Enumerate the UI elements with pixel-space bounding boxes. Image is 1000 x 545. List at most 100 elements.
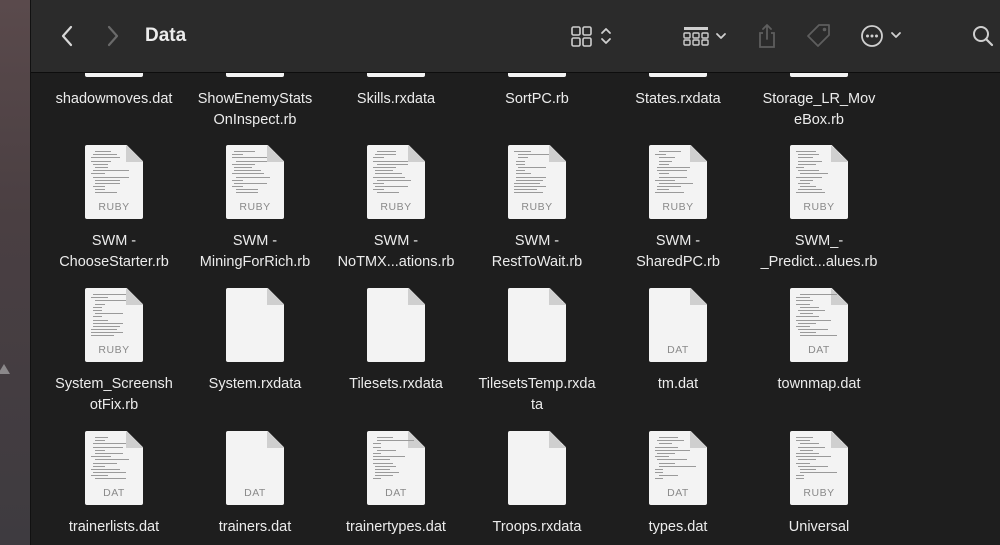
group-by-button[interactable] [681,20,733,52]
file-name: SWM - SharedPC.rb [636,233,720,270]
document-icon: DAT [649,431,707,505]
file-name: SWM_- _Predict...alues.rb [760,233,878,270]
desktop-background-strip [0,0,31,545]
file-name: Universal [788,519,850,535]
document-icon: RUBY [226,145,284,219]
text-preview [373,437,414,487]
file-type-badge: DAT [244,487,266,499]
file-type-badge: RUBY [803,487,835,499]
document-icon: RUBY [790,431,848,505]
text-preview [796,437,837,487]
view-mode-button[interactable] [569,20,617,52]
forward-button[interactable] [101,20,125,52]
document-page: DAT [367,431,425,505]
document-page: RUBY [508,145,566,219]
document-icon [790,73,848,77]
document-page: DAT [649,431,707,505]
document-icon [85,73,143,77]
text-preview [91,294,131,344]
document-page [367,73,425,77]
document-page: RUBY [85,288,143,362]
file-type-badge: DAT [667,487,689,499]
ellipsis-circle-icon [861,25,901,47]
file-name: types.dat [648,519,708,535]
file-name: trainers.dat [218,519,292,535]
file-type-badge: RUBY [662,201,694,213]
finder-window: Data shadowmoves.dat ShowEnemyStats OnIn… [31,0,1000,545]
page-fold [549,288,566,305]
document-icon: DAT [649,288,707,362]
file-name: States.rxdata [635,91,721,107]
document-page: RUBY [85,145,143,219]
document-icon [508,288,566,362]
file-name: SortPC.rb [505,91,569,107]
file-grid: shadowmoves.dat ShowEnemyStats OnInspect.… [31,73,1000,545]
document-page: RUBY [649,145,707,219]
file-name: SWM - MiningForRich.rb [199,233,311,270]
document-page [508,431,566,505]
chevron-left-icon [61,25,73,47]
file-type-badge: DAT [103,487,125,499]
page-fold [267,288,284,305]
warning-icon [0,364,10,374]
file-name: System.rxdata [208,376,302,392]
document-page [226,73,284,77]
document-page [508,73,566,77]
document-icon: RUBY [649,145,707,219]
document-icon: RUBY [508,145,566,219]
group-icon [683,27,726,46]
search-button[interactable] [969,20,997,52]
document-icon [367,288,425,362]
text-preview [373,151,413,201]
document-page: DAT [226,431,284,505]
document-page [85,73,143,77]
share-icon [759,24,775,48]
document-page: RUBY [790,431,848,505]
document-page: DAT [85,431,143,505]
document-page [508,288,566,362]
document-icon [649,73,707,77]
file-name: trainertypes.dat [346,519,446,535]
file-name: trainerlists.dat [68,519,160,535]
file-type-badge: DAT [808,344,830,356]
page-fold [549,431,566,448]
tag-icon [807,24,830,47]
file-type-badge: RUBY [803,201,835,213]
file-name: Tilesets.rxdata [349,376,443,392]
file-name: shadowmoves.dat [55,91,173,107]
document-icon [226,73,284,77]
document-icon: DAT [790,288,848,362]
document-icon [367,73,425,77]
text-preview [655,151,695,201]
window-title: Data [145,25,187,46]
back-button[interactable] [55,20,79,52]
page-fold [408,288,425,305]
file-name: TilesetsTemp.rxda ta [478,376,596,413]
grid-view-icon [571,26,611,47]
file-name: Storage_LR_Mov eBox.rb [762,91,876,128]
file-type-badge: RUBY [380,201,412,213]
share-button[interactable] [753,20,781,52]
text-preview [91,151,131,201]
document-page: DAT [649,288,707,362]
action-menu-button[interactable] [859,20,909,52]
document-icon: DAT [226,431,284,505]
text-preview [514,151,554,201]
document-icon [226,288,284,362]
document-page: RUBY [367,145,425,219]
file-type-badge: RUBY [98,344,130,356]
text-preview [232,151,272,201]
document-page: DAT [790,288,848,362]
tag-button[interactable] [803,20,835,52]
document-icon: DAT [85,431,143,505]
page-fold [267,431,284,448]
text-preview [796,294,837,344]
document-page [790,73,848,77]
document-icon: RUBY [85,288,143,362]
text-preview [91,437,131,487]
file-name: SWM - RestToWait.rb [491,233,583,270]
file-type-badge: RUBY [521,201,553,213]
file-name: SWM - NoTMX...ations.rb [337,233,455,270]
page-fold [690,288,707,305]
document-icon [508,73,566,77]
